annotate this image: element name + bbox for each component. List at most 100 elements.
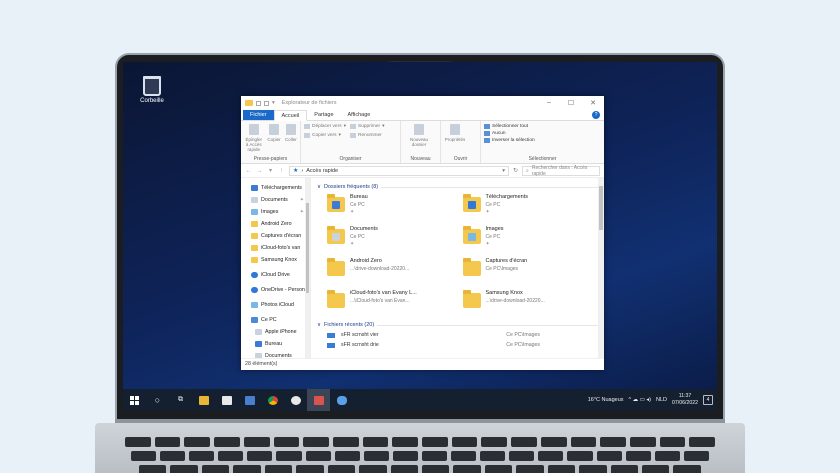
refresh-icon[interactable]: ↻ (513, 167, 518, 174)
notification-center-button[interactable]: 4 (703, 395, 713, 405)
select-all-button[interactable]: Sélectionner tout (484, 124, 535, 129)
tab-home[interactable]: Accueil (273, 110, 308, 121)
minimize-button[interactable]: – (538, 99, 560, 107)
pin-quick-access-button[interactable]: Épingler à Accès rapide (244, 124, 263, 154)
folder-tile[interactable]: Documents Ce PC ✦ (327, 226, 463, 252)
sidebar-item[interactable]: iCloud-foto's van (245, 242, 310, 254)
list-item[interactable]: sFR scrnsht vier Ce PC\Images (317, 330, 598, 340)
weather-widget[interactable]: 16°C Nuageux (588, 397, 624, 403)
taskbar-app-explorer[interactable] (307, 389, 330, 411)
folder-tile[interactable]: Bureau Ce PC ✦ (327, 194, 463, 220)
search-input[interactable]: ⌕ Rechercher dans : Accès rapide (522, 165, 600, 177)
folder-icon (251, 221, 258, 227)
sidebar-item[interactable]: OneDrive - Person (245, 284, 310, 296)
properties-quick-icon[interactable] (256, 100, 261, 106)
rename-button[interactable]: Renommer (350, 133, 385, 138)
taskbar-app-itunes[interactable] (284, 389, 307, 411)
new-folder-button[interactable]: Nouveau dossier (404, 124, 434, 154)
sidebar-item[interactable]: Android Zero (245, 218, 310, 230)
folder-name: Samsung Knox (485, 290, 523, 296)
delete-icon (350, 124, 357, 129)
new-folder-quick-icon[interactable] (264, 100, 269, 106)
language-indicator[interactable]: NLD (656, 397, 667, 403)
tray-icons[interactable]: ^ ☁ ▭ ◂) (629, 397, 651, 403)
tab-share[interactable]: Partage (307, 110, 340, 120)
desktop-icon-recycle-bin[interactable]: Corbeille (137, 76, 167, 104)
taskbar-app-photos[interactable] (192, 389, 215, 411)
address-dropdown-icon[interactable]: ▾ (502, 168, 505, 174)
sidebar-item[interactable]: Apple iPhone (245, 326, 310, 338)
sidebar-item[interactable]: Images ✦ (245, 206, 310, 218)
copy-to-button[interactable]: Copier vers ▾ (304, 133, 346, 138)
nav-scrollbar[interactable] (305, 178, 310, 358)
sidebar-item[interactable]: Ce PC (245, 314, 310, 326)
properties-button[interactable]: Propriétés (444, 124, 466, 154)
folder-icon (251, 233, 258, 239)
list-item[interactable]: sFR scrnsht drie Ce PC\Images (317, 340, 598, 350)
taskbar-app-store[interactable] (215, 389, 238, 411)
recent-files-header[interactable]: ∨ Fichiers récents (20) (317, 320, 598, 330)
taskbar-app-mail[interactable] (238, 389, 261, 411)
image-file-icon (327, 342, 335, 348)
tab-file[interactable]: Fichier (243, 110, 274, 120)
address-input[interactable]: ★ › Accès rapide ▾ (289, 165, 509, 176)
folder-tile[interactable]: iCloud-foto's van Evany L... ...\iCloud-f… (327, 290, 463, 316)
clock[interactable]: 11:37 07/06/2022 (672, 393, 698, 407)
nav-scroll-thumb[interactable] (306, 203, 309, 293)
folder-tile[interactable]: Images Ce PC ✦ (462, 226, 599, 252)
sidebar-item-label: Photos iCloud (261, 302, 294, 308)
start-button[interactable] (123, 389, 146, 411)
folder-icon (327, 226, 345, 244)
task-view-button[interactable]: ⧉ (169, 389, 192, 411)
folder-icon (462, 194, 481, 212)
taskbar: ○ ⧉ 16°C Nuageux ^ ☁ ▭ ◂) NLD 11:37 07/0… (123, 389, 717, 411)
back-button[interactable]: ← (245, 168, 252, 174)
move-to-button[interactable]: Déplacer vers ▾ (304, 124, 346, 129)
up-button[interactable]: ↑ (278, 168, 285, 174)
sidebar-item[interactable]: Documents ✦ (245, 194, 310, 206)
pin-icon: ✦ (350, 241, 355, 247)
folder-tile[interactable]: Samsung Knox ...\drive-download-20220... (462, 290, 599, 316)
content-scrollbar[interactable] (598, 178, 604, 358)
sidebar-item-label: OneDrive - Person (261, 287, 305, 293)
forward-button[interactable]: → (256, 168, 263, 174)
quick-access-chevron-icon[interactable]: ▾ (272, 100, 275, 106)
copy-button[interactable]: Copier (267, 124, 281, 154)
navigation-pane: Téléchargements✦ Documents ✦ Images ✦ Android… (241, 178, 311, 358)
sidebar-item[interactable]: Samsung Knox (245, 254, 310, 266)
folder-tile[interactable]: Android Zero ...\drive-download-20220... (327, 258, 463, 284)
select-none-button[interactable]: Aucun (484, 131, 535, 136)
folder-icon (255, 329, 262, 335)
frequent-folders-header[interactable]: ∨ Dossiers fréquents (8) (317, 182, 598, 192)
recent-locations-chevron-icon[interactable]: ▾ (267, 167, 274, 174)
help-icon[interactable]: ? (592, 111, 600, 119)
paste-button[interactable]: Coller (285, 124, 297, 154)
group-select: Sélectionner tout Aucun Inverser la séle… (481, 121, 604, 163)
delete-button[interactable]: Supprimer ▾ (350, 124, 385, 129)
taskbar-app-icloud[interactable] (330, 389, 353, 411)
folder-icon (251, 185, 258, 191)
folder-icon (255, 341, 262, 347)
sidebar-item[interactable]: Bureau (245, 338, 310, 350)
sidebar-item-label: Apple iPhone (265, 329, 297, 335)
taskbar-app-chrome[interactable] (261, 389, 284, 411)
sidebar-item[interactable]: Photos iCloud (245, 299, 310, 311)
group-new: Nouveau dossier Nouveau (401, 121, 441, 163)
search-taskbar-button[interactable]: ○ (146, 389, 169, 411)
sidebar-item-label: Téléchargements (261, 185, 302, 191)
folder-tile[interactable]: Téléchargements Ce PC ✦ (462, 194, 599, 220)
invert-selection-button[interactable]: Inverser la sélection (484, 138, 535, 143)
folder-overlay-icon (467, 233, 476, 241)
maximize-button[interactable]: ☐ (560, 99, 582, 107)
move-icon (304, 124, 310, 129)
close-button[interactable]: ✕ (582, 99, 604, 107)
sidebar-item[interactable]: Téléchargements✦ (245, 182, 310, 194)
sidebar-item[interactable]: Captures d'écran (245, 230, 310, 242)
sidebar-item[interactable]: iCloud Drive (245, 269, 310, 281)
sidebar-item-label: Android Zero (261, 221, 292, 227)
sidebar-item[interactable]: Documents (245, 350, 310, 358)
pin-icon: ✦ (299, 209, 304, 215)
tab-view[interactable]: Affichage (341, 110, 378, 120)
content-scroll-thumb[interactable] (599, 186, 603, 230)
folder-tile[interactable]: Captures d'écran Ce PC\Images (462, 258, 599, 284)
